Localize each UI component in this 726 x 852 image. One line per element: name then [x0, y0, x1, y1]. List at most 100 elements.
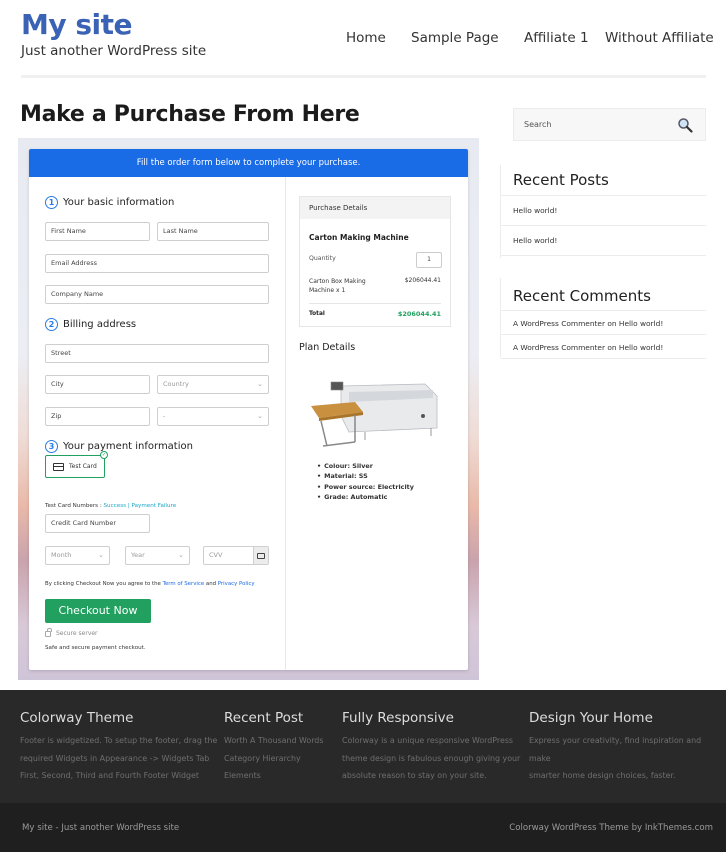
footer-line: theme design is fabulous enough giving y…: [342, 753, 521, 763]
test-numbers-label: Test Card Numbers :: [45, 503, 102, 509]
search-icon[interactable]: [677, 117, 693, 133]
terms-link[interactable]: Term of Service: [163, 581, 205, 587]
footer-post-link[interactable]: Elements: [224, 767, 334, 785]
step-number-icon: 3: [45, 440, 58, 453]
state-select[interactable]: - ⌄: [157, 407, 269, 426]
chevron-down-icon: ⌄: [257, 380, 263, 388]
success-link[interactable]: Success: [104, 503, 127, 509]
credit-card-icon: [53, 462, 64, 471]
sidebar-border: [500, 278, 501, 358]
company-input[interactable]: Company Name: [45, 285, 269, 304]
nav-affiliate-1[interactable]: Affiliate 1: [524, 30, 589, 46]
footer-col-responsive: Fully Responsive Colorway is a unique re…: [342, 710, 522, 785]
recent-comment-link[interactable]: A WordPress Commenter on Hello world!: [513, 319, 663, 328]
divider: [501, 255, 706, 256]
privacy-link[interactable]: Privacy Policy: [218, 581, 255, 587]
divider: [501, 225, 706, 226]
nav-home[interactable]: Home: [346, 30, 386, 46]
footer-bottom-bar: My site - Just another WordPress site Co…: [0, 803, 726, 852]
step-basic-info: 1 Your basic information: [45, 196, 174, 209]
footer-line: smarter home design choices, faster.: [529, 771, 676, 780]
first-name-input[interactable]: First Name: [45, 222, 150, 241]
nav-without-affiliate[interactable]: Without Affiliate: [605, 30, 714, 46]
chevron-down-icon: ⌄: [178, 551, 184, 559]
spec-item: Colour: Silver: [317, 461, 414, 471]
separator: |: [127, 503, 130, 509]
plan-specs: Colour: Silver Material: SS Power source…: [317, 461, 414, 502]
recent-comment-link[interactable]: A WordPress Commenter on Hello world!: [513, 343, 663, 352]
footer-line: Express your creativity, find inspiratio…: [529, 736, 702, 763]
order-form-frame: Fill the order form below to complete yo…: [18, 138, 479, 680]
machine-knob: [421, 414, 425, 418]
recent-post-link[interactable]: Hello world!: [513, 206, 557, 215]
step-number-icon: 2: [45, 318, 58, 331]
cvv-input[interactable]: CVV: [203, 546, 269, 565]
footer-widgets: Colorway Theme Footer is widgetized. To …: [0, 690, 726, 803]
recent-posts-title: Recent Posts: [513, 171, 609, 189]
country-value: Country: [163, 380, 189, 388]
card-number-input[interactable]: Credit Card Number: [45, 514, 150, 533]
chevron-down-icon: ⌄: [257, 412, 263, 420]
footer-post-link[interactable]: Category Hierarchy: [224, 750, 334, 768]
footer-theme-credit[interactable]: Colorway WordPress Theme by InkThemes.co…: [509, 823, 713, 833]
footer-col-colorway: Colorway Theme Footer is widgetized. To …: [20, 710, 220, 785]
footer-col-title: Design Your Home: [529, 710, 653, 726]
spec-item: Grade: Automatic: [317, 492, 414, 502]
product-image: [311, 381, 438, 447]
footer-col-title: Recent Post: [224, 710, 304, 726]
cvv-placeholder: CVV: [209, 551, 223, 559]
test-card-numbers: Test Card Numbers : Success | Payment Fa…: [45, 503, 176, 509]
footer-col-design-home: Design Your Home Express your creativity…: [529, 710, 724, 785]
footer-line: Colorway is a unique responsive WordPres…: [342, 736, 514, 745]
chevron-down-icon: ⌄: [98, 551, 104, 559]
footer-line: absolute reason to stay on your site.: [342, 771, 487, 780]
divider: [309, 303, 441, 304]
payment-method-label: Test Card: [69, 463, 97, 470]
zip-input[interactable]: Zip: [45, 407, 150, 426]
secure-server: Secure server: [45, 627, 98, 637]
last-name-input[interactable]: Last Name: [157, 222, 269, 241]
step-title: Your payment information: [63, 441, 193, 452]
email-input[interactable]: Email Address: [45, 254, 269, 273]
payment-method-test-card[interactable]: Test Card ✓: [45, 451, 108, 478]
footer-line: required Widgets in Appearance -> Widget…: [20, 753, 210, 763]
header-divider: [21, 75, 706, 78]
site-title[interactable]: My site: [21, 8, 133, 41]
line-item-price: $206044.41: [404, 277, 441, 284]
step-title: Billing address: [63, 319, 137, 330]
step-payment: 3 Your payment information: [45, 440, 193, 453]
control-screen: [330, 381, 344, 391]
step-number-icon: 1: [45, 196, 58, 209]
order-form-card: Fill the order form below to complete yo…: [29, 149, 468, 670]
year-value: Year: [131, 551, 145, 559]
footer-post-link[interactable]: Worth A Thousand Words: [224, 732, 334, 750]
nav-sample-page[interactable]: Sample Page: [411, 30, 499, 46]
state-value: -: [163, 412, 166, 420]
checkout-now-button[interactable]: Checkout Now: [45, 599, 151, 623]
spec-item: Power source: Electricity: [317, 482, 414, 492]
card-icon: [253, 547, 268, 564]
footer-line: First, Second, Third and Fourth Footer W…: [20, 771, 199, 780]
city-input[interactable]: City: [45, 375, 150, 394]
secure-server-label: Secure server: [56, 630, 98, 637]
footer-site-credit[interactable]: My site - Just another WordPress site: [22, 823, 179, 833]
divider: [501, 334, 706, 335]
purchase-details-heading: Purchase Details: [300, 197, 450, 219]
year-select[interactable]: Year ⌄: [125, 546, 190, 565]
lock-icon: [45, 627, 52, 637]
country-select[interactable]: Country ⌄: [157, 375, 269, 394]
quantity-input[interactable]: 1: [416, 252, 442, 268]
recent-post-link[interactable]: Hello world!: [513, 236, 557, 245]
month-value: Month: [51, 551, 72, 559]
step-billing: 2 Billing address: [45, 318, 136, 331]
divider: [501, 358, 706, 359]
product-name: Carton Making Machine: [309, 233, 409, 242]
search-input[interactable]: Search: [513, 108, 706, 141]
payment-failure-link[interactable]: Payment Failure: [131, 503, 176, 509]
step-title: Your basic information: [63, 197, 175, 208]
recent-comments-title: Recent Comments: [513, 287, 651, 305]
form-banner: Fill the order form below to complete yo…: [29, 149, 468, 177]
month-select[interactable]: Month ⌄: [45, 546, 110, 565]
street-input[interactable]: Street: [45, 344, 269, 363]
divider: [501, 195, 706, 196]
